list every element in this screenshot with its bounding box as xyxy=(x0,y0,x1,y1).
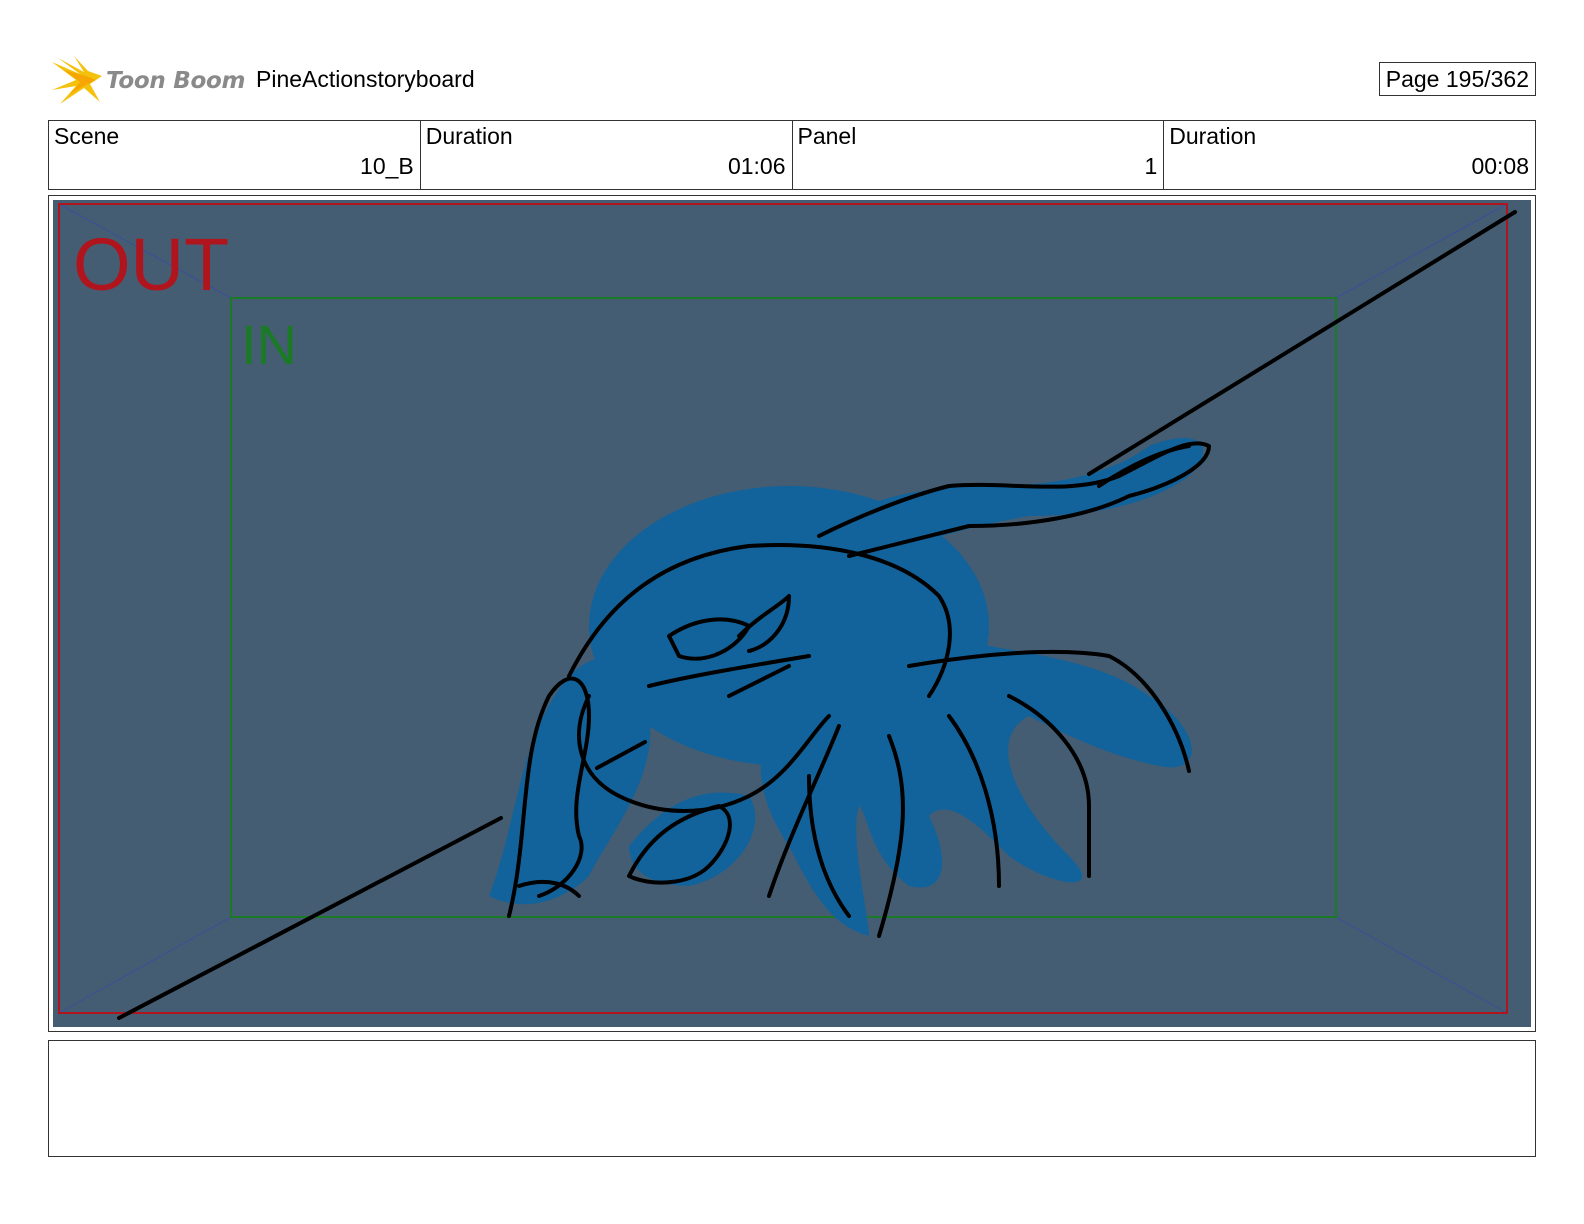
panel-cell: Panel 1 xyxy=(793,121,1165,189)
panel-duration-value: 00:08 xyxy=(1471,153,1529,179)
scene-cell: Scene 10_B xyxy=(49,121,421,189)
panel-duration-cell: Duration 00:08 xyxy=(1164,121,1535,189)
page-indicator: Page 195/362 xyxy=(1378,62,1536,96)
scene-label: Scene xyxy=(54,123,120,149)
page-header: Toon Boom PineActionstoryboard Page 195/… xyxy=(48,52,1536,108)
out-label: OUT xyxy=(73,223,229,306)
panel-label: Panel xyxy=(797,123,857,149)
toon-boom-logo: Toon Boom xyxy=(50,54,246,108)
logo-text: Toon Boom xyxy=(106,68,246,94)
scene-info-table: Scene 10_B Duration 01:06 Panel 1 Durati… xyxy=(48,120,1536,190)
panel-value: 1 xyxy=(1144,153,1158,179)
scene-duration-label: Duration xyxy=(425,123,513,149)
scene-duration-cell: Duration 01:06 xyxy=(421,121,793,189)
scene-duration-value: 01:06 xyxy=(727,153,786,179)
in-label: IN xyxy=(241,313,297,376)
starburst-icon xyxy=(52,56,102,104)
panel-drawing: OUT IN xyxy=(53,200,1531,1027)
scene-value: 10_B xyxy=(360,153,414,179)
panel-notes xyxy=(48,1040,1536,1157)
storyboard-panel: OUT IN xyxy=(48,195,1536,1032)
panel-duration-label: Duration xyxy=(1169,123,1257,149)
project-title: PineActionstoryboard xyxy=(256,66,475,92)
